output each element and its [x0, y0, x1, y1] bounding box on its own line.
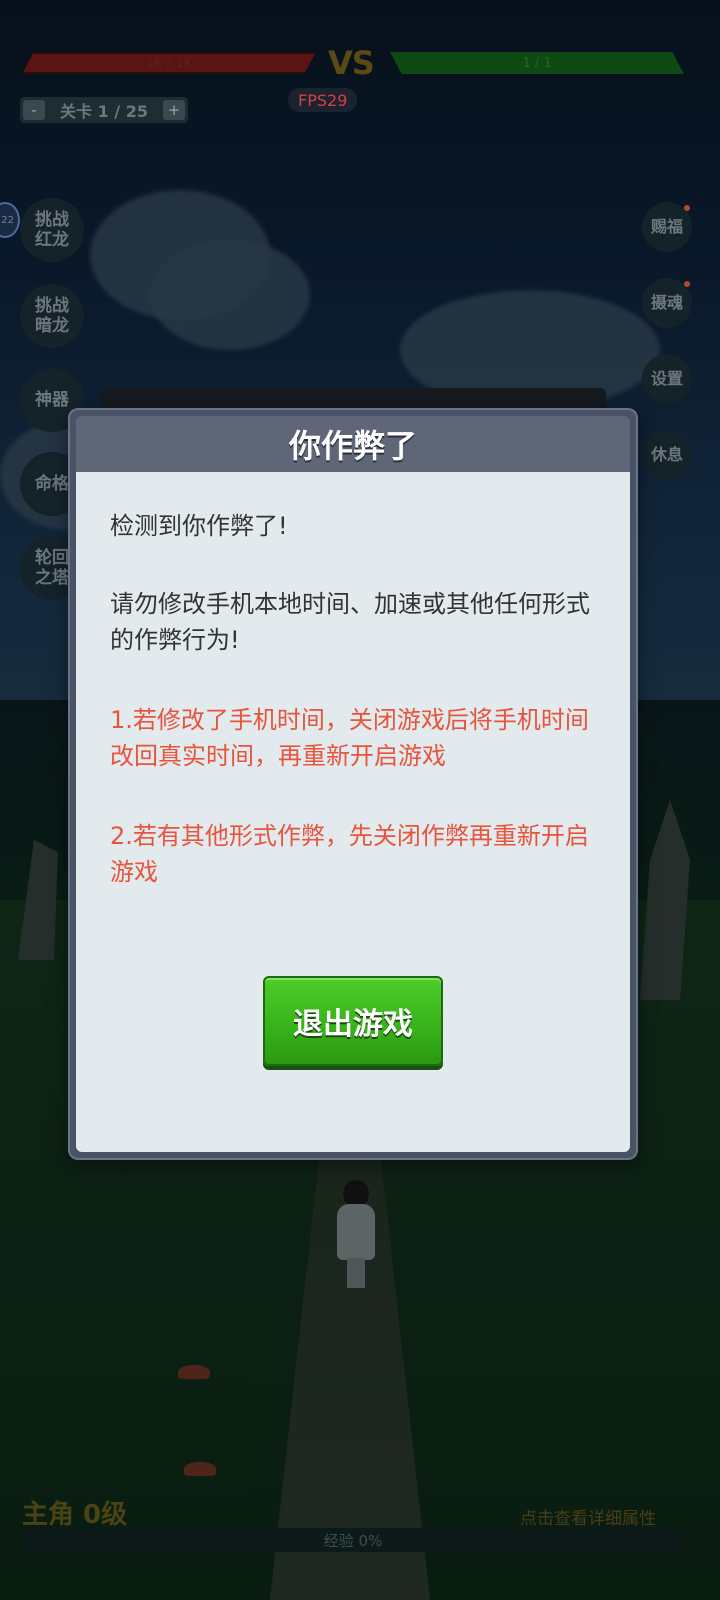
experience-text: 经验 0%	[323, 1531, 383, 1550]
level-text: 关卡 1 / 25	[60, 102, 148, 121]
player-hp-bar: 1K / 1K	[22, 52, 316, 74]
fps-counter: FPS29	[288, 88, 358, 112]
experience-bar: 经验 0%	[24, 1528, 682, 1552]
enemy-hp-text: 1 / 1	[522, 55, 552, 71]
dialog-title: 你作弊了	[288, 427, 417, 465]
level-next-button[interactable]: +	[163, 100, 185, 120]
dialog-message-detected: 检测到你作弊了!	[110, 512, 288, 540]
button-label: 轮回	[35, 548, 69, 568]
button-label: 命格	[35, 474, 69, 494]
button-label: 之塔	[35, 568, 69, 588]
button-label: 红龙	[35, 230, 69, 250]
button-label: 挑战	[35, 296, 69, 316]
dialog-header: 你作弊了	[76, 416, 630, 472]
challenge-red-dragon-button[interactable]: 挑战 红龙	[20, 198, 84, 262]
cheat-warning-dialog: 你作弊了 检测到你作弊了! 请勿修改手机本地时间、加速或其他任何形式的作弊行为!…	[70, 410, 636, 1158]
settings-button[interactable]: 设置	[642, 354, 692, 404]
button-label: 休息	[650, 445, 683, 464]
challenge-dark-dragon-button[interactable]: 挑战 暗龙	[20, 284, 84, 348]
button-label: 摄魂	[650, 293, 683, 312]
dialog-instruction-other: 2.若有其他形式作弊，先关闭作弊再重新开启游戏	[110, 822, 589, 886]
dialog-message-warning: 请勿修改手机本地时间、加速或其他任何形式的作弊行为!	[110, 590, 590, 654]
view-details-link[interactable]: 点击查看详细属性	[520, 1504, 656, 1529]
button-label: 赐福	[650, 217, 683, 236]
dialog-instruction-time: 1.若修改了手机时间，关闭游戏后将手机时间改回真实时间，再重新开启游戏	[110, 706, 589, 770]
notification-dot	[684, 281, 690, 287]
rest-button[interactable]: 休息	[642, 430, 692, 480]
background-panel-bar	[100, 388, 606, 410]
player-hp-text: 1K / 1K	[145, 55, 193, 71]
exit-game-button[interactable]: 退出游戏	[263, 976, 443, 1066]
level-selector: - 关卡 1 / 25 +	[20, 97, 188, 123]
level-prev-button[interactable]: -	[23, 100, 45, 120]
button-label: 设置	[650, 369, 683, 388]
hero-level-label: 主角 0级	[22, 1500, 128, 1530]
dialog-body: 检测到你作弊了! 请勿修改手机本地时间、加速或其他任何形式的作弊行为! 1.若修…	[76, 472, 630, 1152]
notification-dot	[684, 205, 690, 211]
button-label: 神器	[35, 390, 69, 410]
vs-label: VS	[328, 44, 375, 82]
enemy-hp-bar: 1 / 1	[390, 52, 684, 74]
button-label: 暗龙	[35, 316, 69, 336]
button-label: 挑战	[35, 210, 69, 230]
